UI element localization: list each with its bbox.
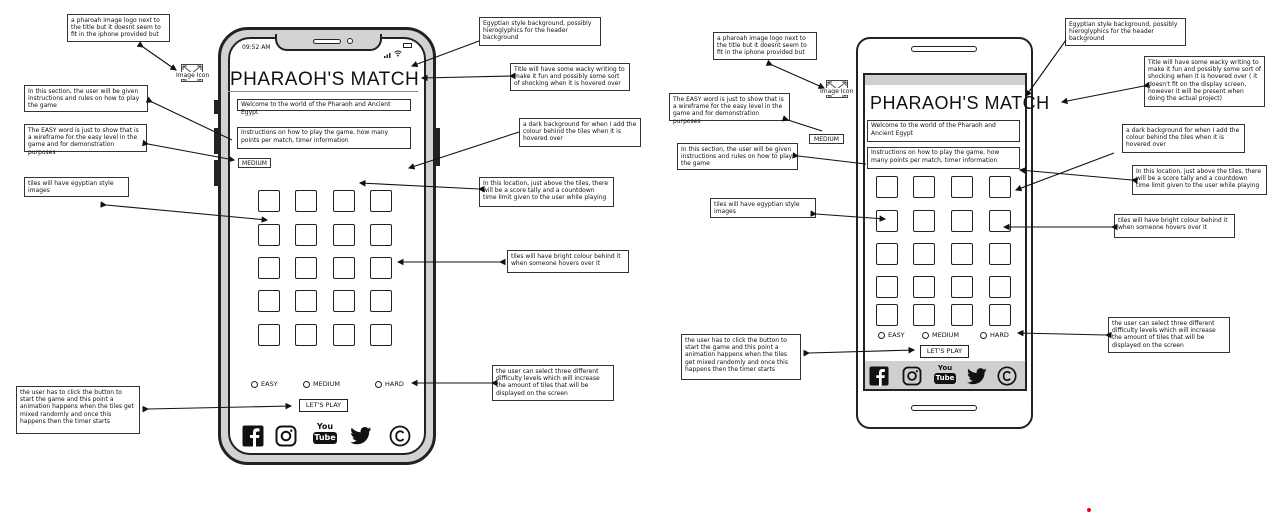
red-dot-marker [1087, 508, 1091, 512]
annotation-arrows [100, 39, 1151, 413]
